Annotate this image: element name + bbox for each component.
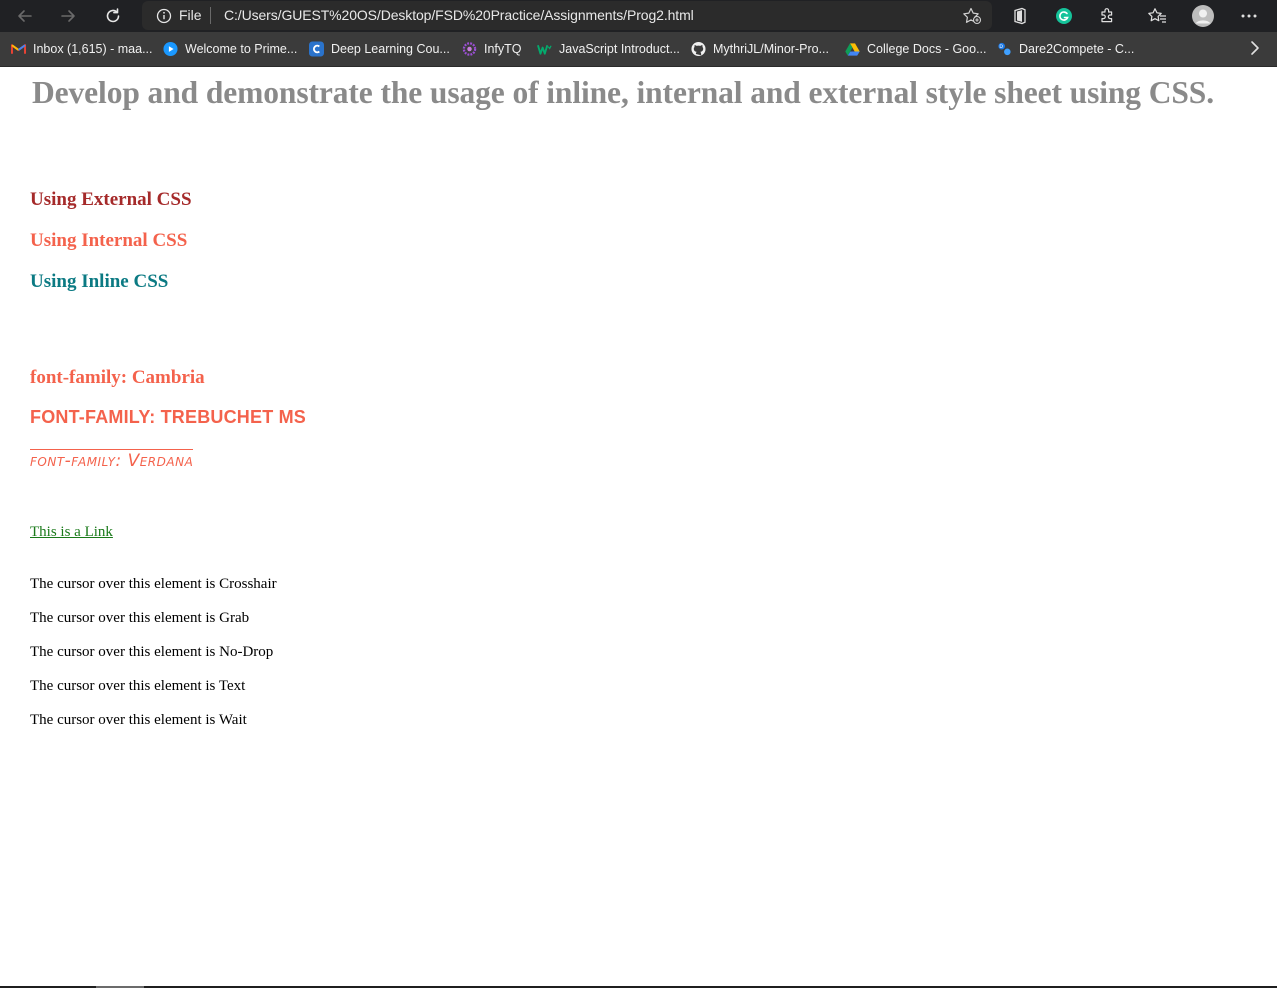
bookmark-infytq[interactable]: InfyTQ — [462, 40, 522, 58]
page-heading: Develop and demonstrate the usage of inl… — [32, 75, 1214, 110]
prime-video-icon — [163, 41, 178, 57]
sample-link[interactable]: This is a Link — [30, 524, 113, 541]
scheme-label: File — [179, 7, 202, 23]
browser-toolbar: File C:/Users/GUEST%20OS/Desktop/FSD%20P… — [0, 0, 1277, 32]
bookmarks-bar: Inbox (1,615) - maa... Welcome to Prime.… — [0, 32, 1277, 67]
favorites-icon[interactable] — [1145, 5, 1169, 27]
coursera-icon — [309, 41, 324, 57]
office-icon[interactable] — [1008, 5, 1032, 27]
bookmark-inbox[interactable]: Inbox (1,615) - maa... — [11, 40, 153, 58]
add-favorite-icon[interactable] — [962, 7, 982, 30]
url-text[interactable]: C:/Users/GUEST%20OS/Desktop/FSD%20Practi… — [224, 7, 694, 23]
chevron-right-icon — [1251, 41, 1259, 55]
google-drive-icon — [845, 42, 860, 57]
extensions-icon[interactable] — [1095, 5, 1119, 27]
forward-button[interactable] — [55, 4, 81, 28]
bookmark-github[interactable]: MythriJL/Minor-Pro... — [691, 40, 829, 58]
bookmark-javascript[interactable]: JavaScript Introduct... — [537, 40, 680, 58]
w3-icon — [537, 42, 552, 57]
bookmark-coursera[interactable]: Deep Learning Cou... — [309, 40, 450, 58]
svg-text:D: D — [999, 44, 1003, 50]
address-bar[interactable]: File C:/Users/GUEST%20OS/Desktop/FSD%20P… — [142, 1, 992, 30]
external-css-heading: Using External CSS — [30, 189, 192, 210]
cursor-wait-text[interactable]: The cursor over this element is Wait — [30, 712, 247, 729]
github-icon — [691, 41, 706, 57]
more-menu-icon[interactable] — [1237, 5, 1261, 27]
profile-avatar[interactable] — [1191, 5, 1215, 27]
bookmark-prime[interactable]: Welcome to Prime... — [163, 40, 297, 58]
bookmarks-overflow-button[interactable] — [1249, 40, 1261, 61]
gmail-icon — [11, 42, 26, 57]
cursor-text-text[interactable]: The cursor over this element is Text — [30, 678, 245, 695]
refresh-icon — [106, 8, 120, 23]
font-cambria-text: font-family: Cambria — [30, 367, 205, 388]
page-content: Develop and demonstrate the usage of inl… — [0, 67, 1277, 988]
cursor-crosshair-text[interactable]: The cursor over this element is Crosshai… — [30, 576, 277, 593]
address-divider — [210, 7, 211, 24]
arrow-right-icon — [61, 10, 75, 22]
font-trebuchet-text: font-family: Trebuchet MS — [30, 407, 306, 427]
bookmark-dare2compete[interactable]: D Dare2Compete - C... — [997, 40, 1134, 58]
cursor-grab-text[interactable]: The cursor over this element is Grab — [30, 610, 249, 627]
dare2compete-icon: D — [997, 42, 1012, 57]
refresh-button[interactable] — [100, 4, 126, 28]
bookmark-college-docs[interactable]: College Docs - Goo... — [845, 40, 987, 58]
info-icon[interactable] — [156, 8, 172, 29]
font-verdana-text: font-family: Verdana — [30, 449, 194, 471]
infytq-icon — [462, 42, 477, 57]
arrow-left-icon — [18, 10, 32, 22]
cursor-no-drop-text[interactable]: The cursor over this element is No-Drop — [30, 644, 273, 661]
back-button[interactable] — [12, 4, 38, 28]
grammarly-icon[interactable] — [1052, 5, 1076, 27]
inline-css-heading: Using Inline CSS — [30, 271, 169, 292]
internal-css-heading: Using Internal CSS — [30, 230, 188, 251]
